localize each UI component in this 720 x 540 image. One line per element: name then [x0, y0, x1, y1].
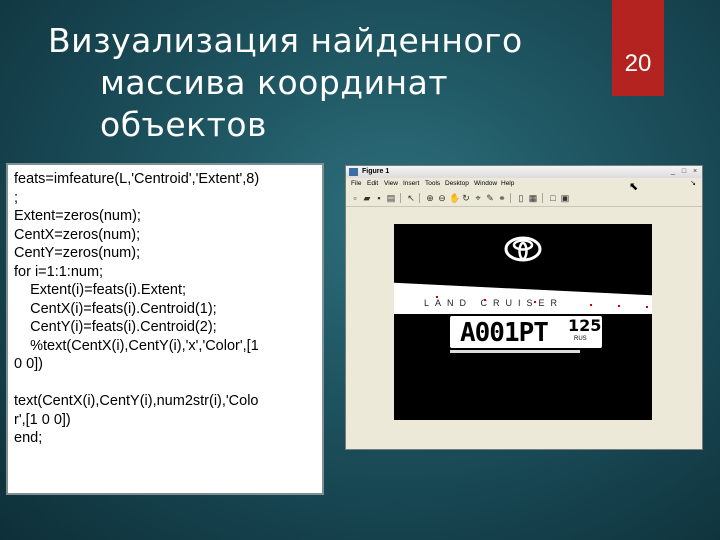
- centroid-marker: [646, 306, 648, 308]
- page-number: 20: [624, 50, 652, 77]
- zoom-out-icon[interactable]: ⊖: [437, 193, 447, 203]
- code-line: 0 0]): [14, 356, 44, 372]
- show-tools-icon[interactable]: ▣: [560, 193, 570, 203]
- centroid-marker: [618, 305, 620, 307]
- new-figure-icon[interactable]: ▫: [350, 193, 360, 203]
- toolbar-separator: [400, 193, 401, 203]
- toolbar-separator: [510, 193, 511, 203]
- zoom-in-icon[interactable]: ⊕: [425, 193, 435, 203]
- code-line: text(CentX(i),CentY(i),num2str(i),'Colo: [14, 393, 259, 409]
- maximize-button[interactable]: □: [679, 167, 689, 176]
- toolbar-separator: [542, 193, 543, 203]
- save-icon[interactable]: ▪: [374, 193, 384, 203]
- slide-title-line-3: объектов: [100, 105, 267, 144]
- code-line: end;: [14, 430, 43, 446]
- code-line: Extent(i)=feats(i).Extent;: [14, 282, 187, 298]
- toyota-logo-icon: [504, 236, 542, 262]
- menu-bar: File Edit View Insert Tools Desktop Wind…: [346, 178, 702, 190]
- slide-title: Визуализация найденного массива координа…: [48, 20, 568, 146]
- slide-title-line-1: Визуализация найденного: [48, 21, 523, 60]
- image-axes: LAND CRUISER A001PT 125 RUS: [394, 224, 652, 420]
- figure-title: Figure 1: [362, 168, 390, 175]
- code-line: Extent=zeros(num);: [14, 208, 141, 224]
- menu-window[interactable]: Window: [474, 178, 497, 190]
- open-file-icon[interactable]: ▰: [362, 193, 372, 203]
- menu-view[interactable]: View: [384, 178, 398, 190]
- figure-window: Figure 1 _ □ × File Edit View Insert Too…: [345, 165, 703, 450]
- code-line: CentX(i)=feats(i).Centroid(1);: [14, 300, 217, 317]
- pan-icon[interactable]: ✋: [449, 193, 460, 203]
- mouse-cursor-icon: ⬉: [629, 181, 639, 193]
- code-line: CentY(i)=feats(i).Centroid(2);: [14, 319, 217, 335]
- centroid-marker: [436, 296, 438, 298]
- menu-insert[interactable]: Insert: [403, 178, 419, 190]
- menu-desktop[interactable]: Desktop: [445, 178, 469, 190]
- hide-tools-icon[interactable]: □: [548, 193, 558, 203]
- close-button[interactable]: ×: [690, 167, 700, 176]
- code-line: ;: [14, 189, 19, 206]
- plate-number: A001PT: [460, 318, 549, 348]
- edit-plot-icon[interactable]: ↖: [406, 193, 416, 203]
- code-line: for i=1:1:num;: [14, 263, 104, 280]
- plate-bottom-strip: [450, 350, 580, 353]
- code-line: r',[1 0 0]): [14, 411, 71, 428]
- plate-country: RUS: [574, 336, 587, 342]
- code-line: %text(CentX(i),CentY(i),'x','Color',[1: [14, 337, 259, 354]
- toolbar-separator: [419, 193, 420, 203]
- figure-toolbar: ▫ ▰ ▪ ▤ ↖ ⊕ ⊖ ✋ ↻ ⌖ ✎ ⚭ ▯ ▦ □ ▣: [346, 190, 702, 207]
- code-line: CentY=zeros(num);: [14, 245, 141, 261]
- slide-title-line-2: массива координат: [100, 63, 449, 102]
- legend-icon[interactable]: ▦: [528, 193, 538, 203]
- menu-tools[interactable]: Tools: [425, 178, 440, 190]
- centroid-marker: [590, 304, 592, 306]
- code-line: feats=imfeature(L,'Centroid','Extent',8): [14, 171, 260, 187]
- menu-file[interactable]: File: [351, 178, 361, 190]
- figure-title-bar[interactable]: Figure 1 _ □ ×: [346, 166, 702, 178]
- code-line: CentX=zeros(num);: [14, 226, 141, 243]
- centroid-marker: [484, 299, 486, 301]
- page-number-badge: [612, 0, 664, 96]
- figure-window-icon: [349, 168, 358, 176]
- menu-edit[interactable]: Edit: [367, 178, 378, 190]
- brand-text: LAND CRUISER: [424, 298, 564, 308]
- rotate-icon[interactable]: ↻: [461, 193, 471, 203]
- data-cursor-icon[interactable]: ⌖: [473, 193, 483, 203]
- brush-icon[interactable]: ✎: [485, 193, 495, 203]
- colorbar-icon[interactable]: ▯: [516, 193, 526, 203]
- link-icon[interactable]: ⚭: [497, 193, 507, 203]
- centroid-marker: [534, 301, 536, 303]
- code-block: feats=imfeature(L,'Centroid','Extent',8)…: [6, 163, 324, 495]
- print-icon[interactable]: ▤: [386, 193, 396, 203]
- menu-help[interactable]: Help: [501, 178, 514, 190]
- hood-region: [394, 282, 652, 314]
- dock-arrow-icon[interactable]: ↘: [690, 178, 696, 190]
- minimize-button[interactable]: _: [668, 167, 678, 176]
- license-plate: A001PT 125 RUS: [450, 316, 602, 348]
